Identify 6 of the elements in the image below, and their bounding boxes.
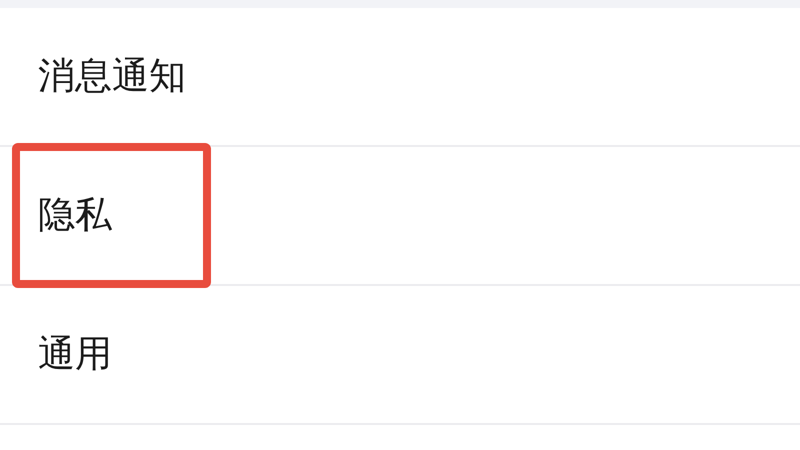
settings-row[interactable]: 隐私 [0,147,800,286]
row-label: 隐私 [38,193,112,238]
settings-row[interactable]: 通用 [0,286,800,425]
row-label: 通用 [38,332,112,377]
row-label: 消息通知 [38,54,186,99]
settings-row[interactable]: 消息通知 [0,8,800,147]
